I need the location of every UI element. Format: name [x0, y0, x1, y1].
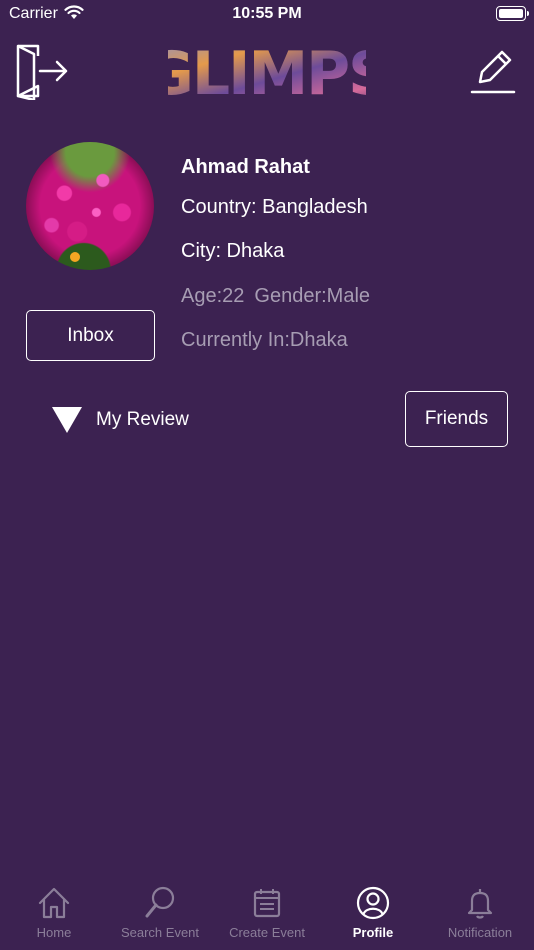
profile-currently-in: Currently In:Dhaka	[181, 329, 348, 351]
calendar-icon	[253, 889, 281, 918]
dropdown-triangle-icon	[52, 407, 82, 433]
tab-profile-label: Profile	[352, 925, 394, 940]
tab-notification[interactable]: Notification	[436, 883, 524, 950]
my-review-toggle[interactable]: My Review	[52, 405, 189, 435]
bell-icon	[467, 889, 493, 919]
profile-gender: Gender:Male	[254, 285, 371, 307]
tab-create-event-label: Create Event	[229, 925, 305, 940]
home-icon	[38, 887, 70, 919]
search-icon	[145, 886, 175, 918]
avatar-detail	[70, 252, 80, 262]
app-logo: GLIMPS	[168, 40, 366, 102]
tab-create-event[interactable]: Create Event	[220, 883, 314, 950]
profile-name: Ahmad Rahat	[181, 156, 310, 178]
profile-age: Age:22	[181, 285, 245, 307]
battery-icon	[496, 6, 529, 21]
tab-home-label: Home	[36, 925, 72, 940]
status-bar: Carrier 10:55 PM	[0, 0, 534, 28]
profile-city: City: Dhaka	[181, 240, 285, 262]
edit-icon[interactable]	[470, 46, 516, 96]
profile-country: Country: Bangladesh	[181, 196, 368, 218]
tab-notification-label: Notification	[447, 925, 513, 940]
my-review-label: My Review	[96, 409, 189, 430]
tab-bar: Home Search Event Create Event Profile N…	[0, 883, 534, 950]
tab-profile[interactable]: Profile	[342, 883, 404, 950]
friends-button[interactable]: Friends	[405, 391, 508, 447]
logo-text: GLIMPS	[168, 40, 366, 102]
profile-icon	[356, 886, 390, 920]
tab-search-event-label: Search Event	[120, 925, 200, 940]
profile-age-gender: Age:22 Gender:Male	[181, 285, 370, 308]
inbox-button[interactable]: Inbox	[26, 310, 155, 361]
logout-icon[interactable]	[14, 42, 70, 100]
tab-search-event[interactable]: Search Event	[112, 883, 208, 950]
avatar	[26, 142, 154, 270]
tab-home[interactable]: Home	[24, 883, 84, 950]
clock: 10:55 PM	[232, 5, 302, 22]
